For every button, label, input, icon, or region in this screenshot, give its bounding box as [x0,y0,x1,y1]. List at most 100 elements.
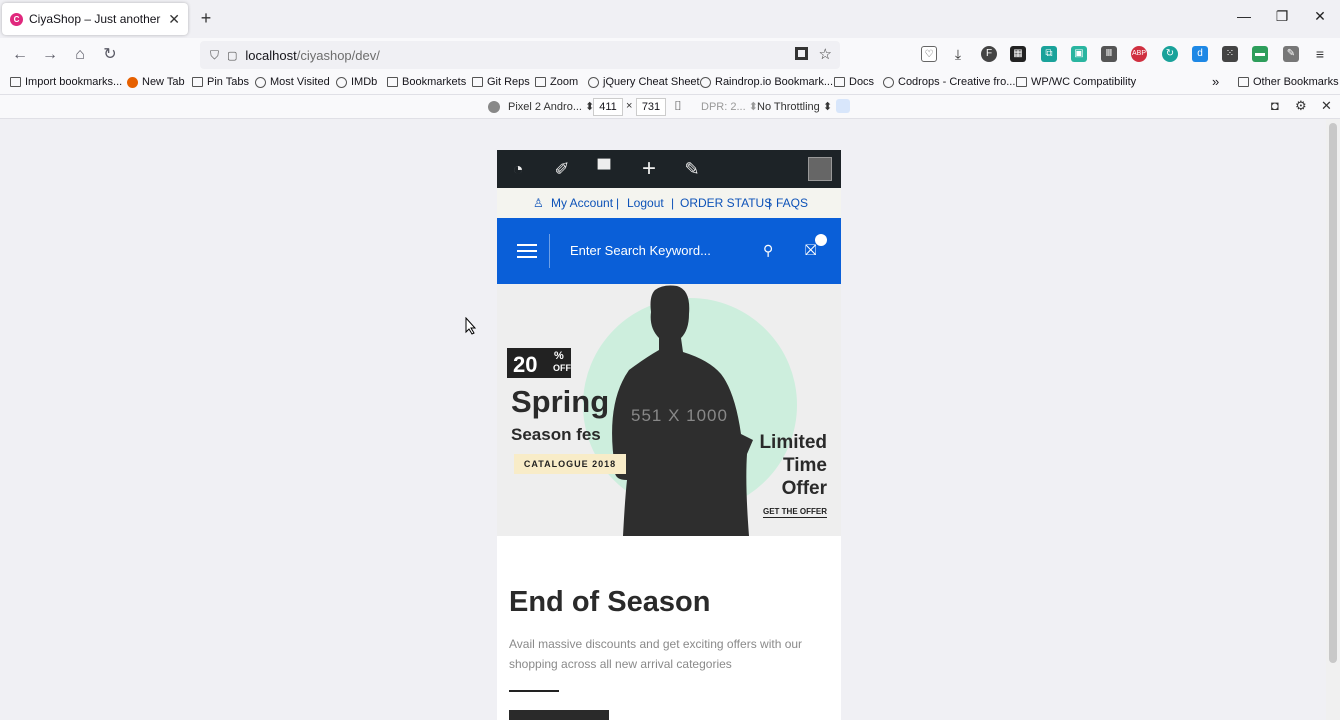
hero-banner: 551 X 1000 20 % OFF Spring Season fes CA… [497,284,841,536]
firefox-icon [127,76,138,88]
extension-d-icon[interactable]: d [1192,46,1208,62]
extension-off-icon[interactable]: ↻ [1162,46,1178,62]
menu-icon[interactable]: ≡ [1312,46,1328,62]
order-status-link[interactable]: ORDER STATUS [680,196,772,210]
new-tab-button[interactable]: + [196,8,216,28]
bookmark-raindrop[interactable]: Raindrop.io Bookmark... [700,76,833,88]
bookmark-pin-tabs[interactable]: Pin Tabs [192,76,249,88]
height-input[interactable]: 731 [636,98,666,116]
search-icon[interactable]: ⚲ [763,242,779,258]
active-tab[interactable]: C CiyaShop – Just another WordP ✕ [2,3,188,35]
bookmark-import[interactable]: Import bookmarks... [10,76,122,88]
placeholder-dimensions: 551 X 1000 [631,406,728,425]
back-button[interactable]: ← [9,44,31,66]
bookmark-label: Bookmarkets [402,76,467,88]
mouse-cursor-icon [465,317,477,335]
dashboard-icon[interactable]: ◔ [507,158,529,180]
faqs-link[interactable]: FAQS [776,196,808,210]
bookmark-label: Other Bookmarks [1253,76,1339,88]
bookmark-wp-wc[interactable]: WP/WC Compatibility [1016,76,1136,88]
nav-bar: ← → ⌂ ↻ ⛉ ▢ localhost/ciyashop/dev/ ☆ ♡ … [0,38,1340,72]
url-bar[interactable]: ⛉ ▢ localhost/ciyashop/dev/ ☆ [200,41,840,69]
limited-line-2: Time [782,455,827,476]
scrollbar[interactable] [1326,119,1340,720]
bookmark-docs[interactable]: Docs [834,76,874,88]
screenshot-icon[interactable]: ◘ [1271,98,1279,113]
extension-puzzle-icon[interactable]: ✎ [1283,46,1299,62]
extension-f-icon[interactable]: F [981,46,997,62]
scrollbar-thumb[interactable] [1329,123,1337,663]
badge-off: OFF [553,363,571,373]
logout-link[interactable]: Logout [627,196,664,210]
bookmark-bookmarkets[interactable]: Bookmarkets [387,76,466,88]
edit-pencil-icon[interactable]: ✎ [681,158,703,180]
get-offer-link[interactable]: GET THE OFFER [763,507,827,518]
width-input[interactable]: 411 [593,98,623,116]
avatar[interactable] [808,157,832,181]
bookmarks-overflow-icon[interactable]: » [1212,74,1219,89]
site-header: Enter Search Keyword... ⚲ ⛝ [497,218,841,284]
extension-library-icon[interactable]: Ⅲ [1101,46,1117,62]
user-icon: ♙ [533,196,544,210]
touch-simulation-icon[interactable] [836,99,850,113]
close-window-button[interactable]: ✕ [1308,8,1332,28]
restore-button[interactable]: ❐ [1270,8,1294,28]
extension-translate-icon[interactable]: ⧉ [1041,46,1057,62]
rotate-icon[interactable]: ⌷ [674,98,682,114]
extension-green-icon[interactable]: ▬ [1252,46,1268,62]
globe-icon [336,76,347,88]
bookmark-label: Pin Tabs [207,76,249,88]
discount-badge: 20 % OFF [507,348,571,378]
section-text: Avail massive discounts and get exciting… [509,637,803,671]
mobile-page: ◔ ✐ ▀ + ✎ ♙ My Account | Logout | ORDER … [497,150,841,720]
forward-button[interactable]: → [39,44,61,66]
bookmark-jquery[interactable]: jQuery Cheat Sheet [588,76,700,88]
search-input[interactable]: Enter Search Keyword... [549,234,789,268]
dpr-select[interactable]: DPR: 2... ⬍ [701,100,758,113]
pocket-icon[interactable]: ♡ [921,46,937,62]
bookmark-new-tab[interactable]: New Tab [127,76,185,88]
home-button[interactable]: ⌂ [69,44,91,66]
my-account-link[interactable]: My Account [551,196,613,210]
gear-icon [255,76,266,88]
import-icon [10,77,21,87]
add-new-icon[interactable]: + [638,157,660,181]
extension-grid-icon[interactable]: ▦ [1010,46,1026,62]
throttling-select[interactable]: No Throttling ⬍ [757,100,832,113]
device-icon [488,101,500,113]
download-icon[interactable]: ⤓ [950,46,966,62]
comments-icon[interactable]: ▀ [593,158,615,180]
bookmark-imdb[interactable]: IMDb [336,76,377,88]
section-heading: End of Season [509,586,711,618]
separator: | [616,196,620,210]
limited-line-1: Limited [759,432,827,453]
folder-icon [192,77,203,87]
bookmark-zoom[interactable]: Zoom [535,76,578,88]
badge-number: 20 [513,352,538,377]
customize-brush-icon[interactable]: ✐ [551,158,573,180]
extension-save-icon[interactable]: ▣ [1071,46,1087,62]
minimize-button[interactable]: — [1232,8,1256,28]
reload-button[interactable]: ↻ [99,44,121,66]
bookmark-codrops[interactable]: Codrops - Creative fro... [883,76,1015,88]
apps-grid-icon[interactable]: ⁙ [1222,46,1238,62]
device-select[interactable]: Pixel 2 Andro... ⬍ [508,100,594,113]
other-bookmarks[interactable]: Other Bookmarks [1238,76,1339,88]
shop-now-button[interactable] [509,710,609,720]
bookmark-label: Most Visited [270,76,330,88]
adblock-icon[interactable]: ABP [1131,46,1147,62]
star-bookmark-icon[interactable]: ☆ [819,45,832,63]
limited-offer-text: Limited Time Offer [747,431,827,500]
bookmark-git-reps[interactable]: Git Reps [472,76,530,88]
qr-code-icon[interactable] [795,47,808,60]
close-rdm-icon[interactable]: ✕ [1321,98,1332,114]
times-sign: × [626,100,633,112]
cart-count-badge [815,234,827,246]
dpr-label: DPR: 2... [701,101,746,113]
shield-icon[interactable]: ⛉ [210,48,219,63]
settings-gear-icon[interactable]: ⚙ [1295,98,1307,114]
bookmark-most-visited[interactable]: Most Visited [255,76,330,88]
bookmark-label: WP/WC Compatibility [1031,76,1137,88]
close-tab-icon[interactable]: ✕ [168,11,180,28]
hamburger-menu-icon[interactable] [517,244,537,258]
